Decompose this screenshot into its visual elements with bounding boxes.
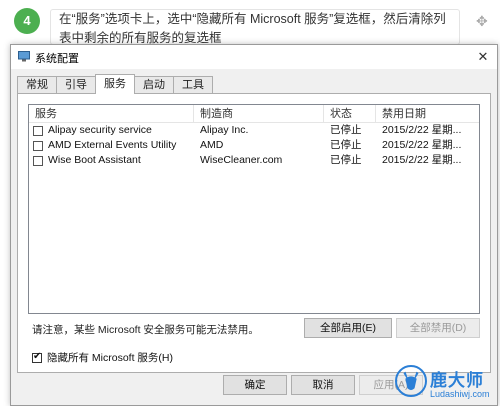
watermark-subtitle: Ludashiwj.com [430, 389, 490, 399]
dialog-title: 系统配置 [35, 53, 79, 65]
tab-tools[interactable]: 工具 [173, 76, 213, 94]
services-list[interactable]: 服务 制造商 状态 禁用日期 Alipay security service A… [28, 104, 480, 314]
hide-microsoft-services-toggle[interactable]: ✔ 隐藏所有 Microsoft 服务(H) [32, 350, 173, 365]
deer-logo-icon [395, 365, 427, 397]
service-disabled-date: 2015/2/22 星期... [382, 124, 462, 136]
step-number-badge: 4 [14, 8, 40, 34]
notice-text: 请注意，某些 Microsoft 安全服务可能无法禁用。 [32, 324, 259, 336]
column-header-vendor[interactable]: 制造商 [194, 105, 324, 122]
services-list-header: 服务 制造商 状态 禁用日期 [29, 105, 479, 123]
cancel-button[interactable]: 取消 [291, 375, 355, 395]
table-row[interactable]: Alipay security service Alipay Inc. 已停止 … [29, 123, 479, 138]
service-disabled-date: 2015/2/22 星期... [382, 139, 462, 151]
service-disabled-date: 2015/2/22 星期... [382, 154, 462, 166]
service-name: AMD External Events Utility [48, 139, 177, 151]
tab-general[interactable]: 常规 [17, 76, 57, 94]
table-row[interactable]: Wise Boot Assistant WiseCleaner.com 已停止 … [29, 153, 479, 168]
column-header-status[interactable]: 状态 [324, 105, 376, 122]
service-name: Alipay security service [48, 124, 152, 136]
service-checkbox[interactable] [33, 140, 43, 151]
ok-button[interactable]: 确定 [223, 375, 287, 395]
services-tab-panel: 服务 制造商 状态 禁用日期 Alipay security service A… [17, 93, 491, 373]
column-header-service[interactable]: 服务 [29, 105, 194, 122]
service-name: Wise Boot Assistant [48, 154, 141, 166]
title-bar[interactable]: 系统配置 ✕ [11, 45, 497, 69]
checkmark-icon: ✔ [33, 350, 42, 362]
move-icon[interactable]: ✥ [476, 14, 490, 28]
system-config-dialog: 系统配置 ✕ 常规 引导 服务 启动 工具 服务 制造商 状态 禁用日期 Ali… [10, 44, 498, 406]
tab-boot[interactable]: 引导 [56, 76, 96, 94]
close-button[interactable]: ✕ [473, 47, 493, 67]
service-status: 已停止 [330, 124, 362, 136]
column-header-disabled-date[interactable]: 禁用日期 [376, 105, 479, 122]
hide-microsoft-services-label: 隐藏所有 Microsoft 服务(H) [47, 352, 173, 364]
instruction-text: 在“服务”选项卡上，选中“隐藏所有 Microsoft 服务”复选框，然后清除列… [50, 9, 460, 45]
watermark: 鹿大师 Ludashiwj.com [394, 362, 498, 406]
service-vendor: Alipay Inc. [200, 124, 249, 136]
watermark-title: 鹿大师 [430, 371, 484, 390]
service-vendor: AMD [200, 139, 224, 151]
service-status: 已停止 [330, 139, 362, 151]
tab-strip: 常规 引导 服务 启动 工具 [17, 74, 213, 94]
hide-microsoft-services-checkbox[interactable]: ✔ [32, 350, 42, 363]
tab-services[interactable]: 服务 [95, 74, 135, 94]
enable-all-button[interactable]: 全部启用(E) [304, 318, 392, 338]
monitor-icon [18, 51, 30, 62]
service-checkbox[interactable] [33, 125, 43, 136]
close-icon: ✕ [477, 49, 489, 64]
table-row[interactable]: AMD External Events Utility AMD 已停止 2015… [29, 138, 479, 153]
service-checkbox[interactable] [33, 155, 43, 166]
instruction-banner: 4 在“服务”选项卡上，选中“隐藏所有 Microsoft 服务”复选框，然后清… [0, 0, 500, 48]
service-vendor: WiseCleaner.com [200, 154, 283, 166]
tab-startup[interactable]: 启动 [134, 76, 174, 94]
disable-all-button[interactable]: 全部禁用(D) [396, 318, 480, 338]
service-status: 已停止 [330, 154, 362, 166]
